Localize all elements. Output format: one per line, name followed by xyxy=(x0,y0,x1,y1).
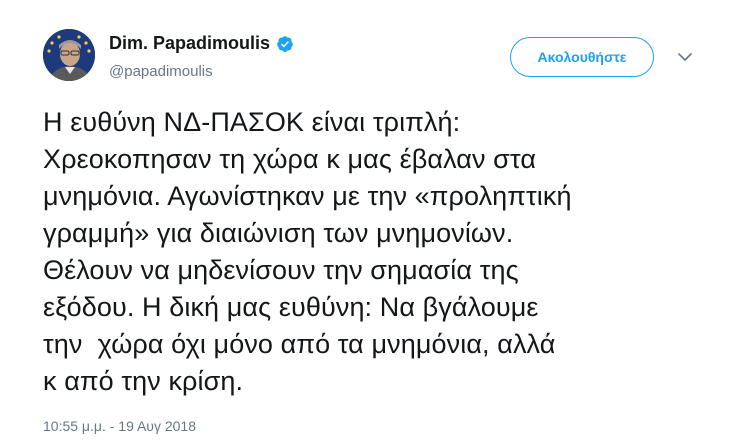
tweet-text: Η ευθύνη ΝΔ-ΠΑΣΟΚ είναι τριπλή: Χρεοκοπη… xyxy=(43,104,693,400)
tweet-text-line: Η ευθύνη ΝΔ-ΠΑΣΟΚ είναι τριπλή: xyxy=(43,107,461,137)
tweet-text-line: γραμμή» για διαιώνιση των μνημονίων. xyxy=(43,218,514,248)
avatar[interactable] xyxy=(43,29,95,81)
chevron-down-icon[interactable] xyxy=(676,48,694,66)
tweet-card: Dim. Papadimoulis @papadimoulis Ακολουθή… xyxy=(0,0,735,448)
tweet-text-line: κ από την κρίση. xyxy=(43,366,244,396)
follow-button[interactable]: Ακολουθήστε xyxy=(510,37,654,77)
tweet-text-line: Θέλουν να μηδενίσουν την σημασία της xyxy=(43,255,519,285)
author-handle[interactable]: @papadimoulis xyxy=(109,63,213,80)
avatar-image xyxy=(43,29,95,81)
tweet-text-line: μνημόνια. Αγωνίστηκαν με την «προληπτική xyxy=(43,181,572,211)
tweet-text-line: εξόδου. Η δική μας ευθύνη: Να βγάλουμε xyxy=(43,292,539,322)
verified-badge-icon xyxy=(277,35,293,52)
tweet-text-line: την χώρα όχι μόνο από τα μνημόνια, αλλά xyxy=(43,329,556,359)
tweet-text-line: Χρεοκοπησαν τη χώρα κ μας έβαλαν στα xyxy=(43,144,537,174)
tweet-timestamp[interactable]: 10:55 μ.μ. - 19 Αυγ 2018 xyxy=(43,418,196,434)
author-name-row[interactable]: Dim. Papadimoulis xyxy=(109,33,294,54)
author-name[interactable]: Dim. Papadimoulis xyxy=(109,33,270,54)
